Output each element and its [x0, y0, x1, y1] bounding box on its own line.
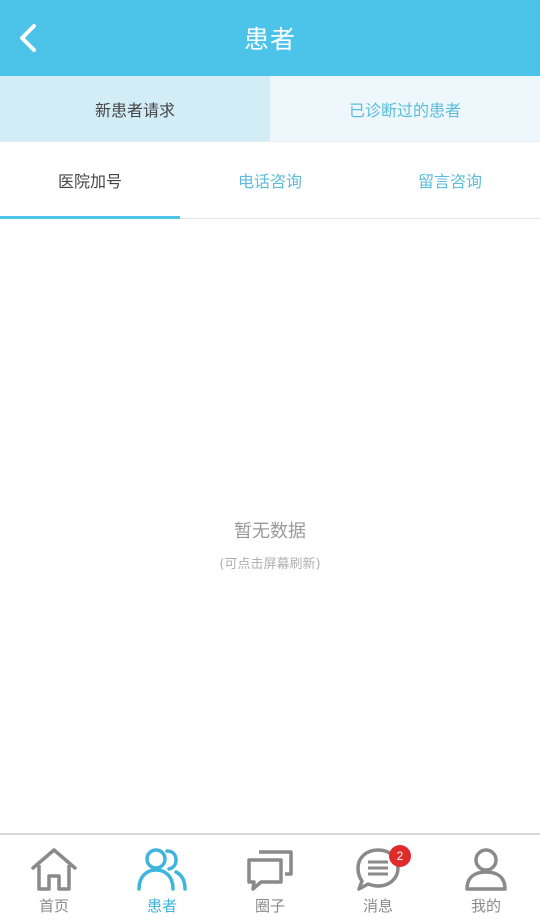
home-icon: [27, 843, 81, 895]
bottom-tab-bar: 首页 患者 圈子 2 消息 我的: [0, 833, 540, 920]
empty-state-refresh-area[interactable]: 暂无数据 (可点击屏幕刷新): [0, 219, 540, 833]
tabbar-label-home: 首页: [38, 897, 69, 915]
top-bar: 患者: [0, 0, 540, 76]
patients-icon: [135, 843, 189, 895]
segment-diagnosed-patients[interactable]: 已诊断过的患者: [270, 76, 540, 141]
tabbar-label-patients: 患者: [146, 897, 177, 915]
tabbar-item-home[interactable]: 首页: [0, 835, 108, 920]
chevron-left-icon: [20, 24, 36, 52]
tabbar-item-patients[interactable]: 患者: [108, 835, 216, 920]
tab-message-consult[interactable]: 留言咨询: [360, 142, 540, 218]
tabbar-label-messages: 消息: [362, 897, 393, 915]
person-icon: [459, 843, 513, 895]
empty-state-title: 暂无数据: [234, 520, 306, 542]
back-button[interactable]: [8, 16, 48, 60]
unread-badge: 2: [389, 845, 411, 867]
tabbar-label-circle: 圈子: [254, 897, 285, 915]
tabbar-item-circle[interactable]: 圈子: [216, 835, 324, 920]
chat-bubbles-icon: [243, 843, 297, 895]
patient-type-switch: 新患者请求 已诊断过的患者: [0, 76, 540, 142]
tabbar-label-mine: 我的: [470, 897, 501, 915]
page-title: 患者: [243, 25, 296, 54]
tabbar-item-mine[interactable]: 我的: [432, 835, 540, 920]
tabbar-item-messages[interactable]: 2 消息: [324, 835, 432, 920]
consult-type-tabs: 医院加号 电话咨询 留言咨询: [0, 142, 540, 219]
message-icon: 2: [351, 843, 411, 895]
tab-hospital-appointment[interactable]: 医院加号: [0, 142, 180, 219]
segment-new-patient-requests[interactable]: 新患者请求: [0, 76, 270, 141]
tab-phone-consult[interactable]: 电话咨询: [180, 142, 360, 218]
empty-state-hint: (可点击屏幕刷新): [219, 556, 321, 572]
